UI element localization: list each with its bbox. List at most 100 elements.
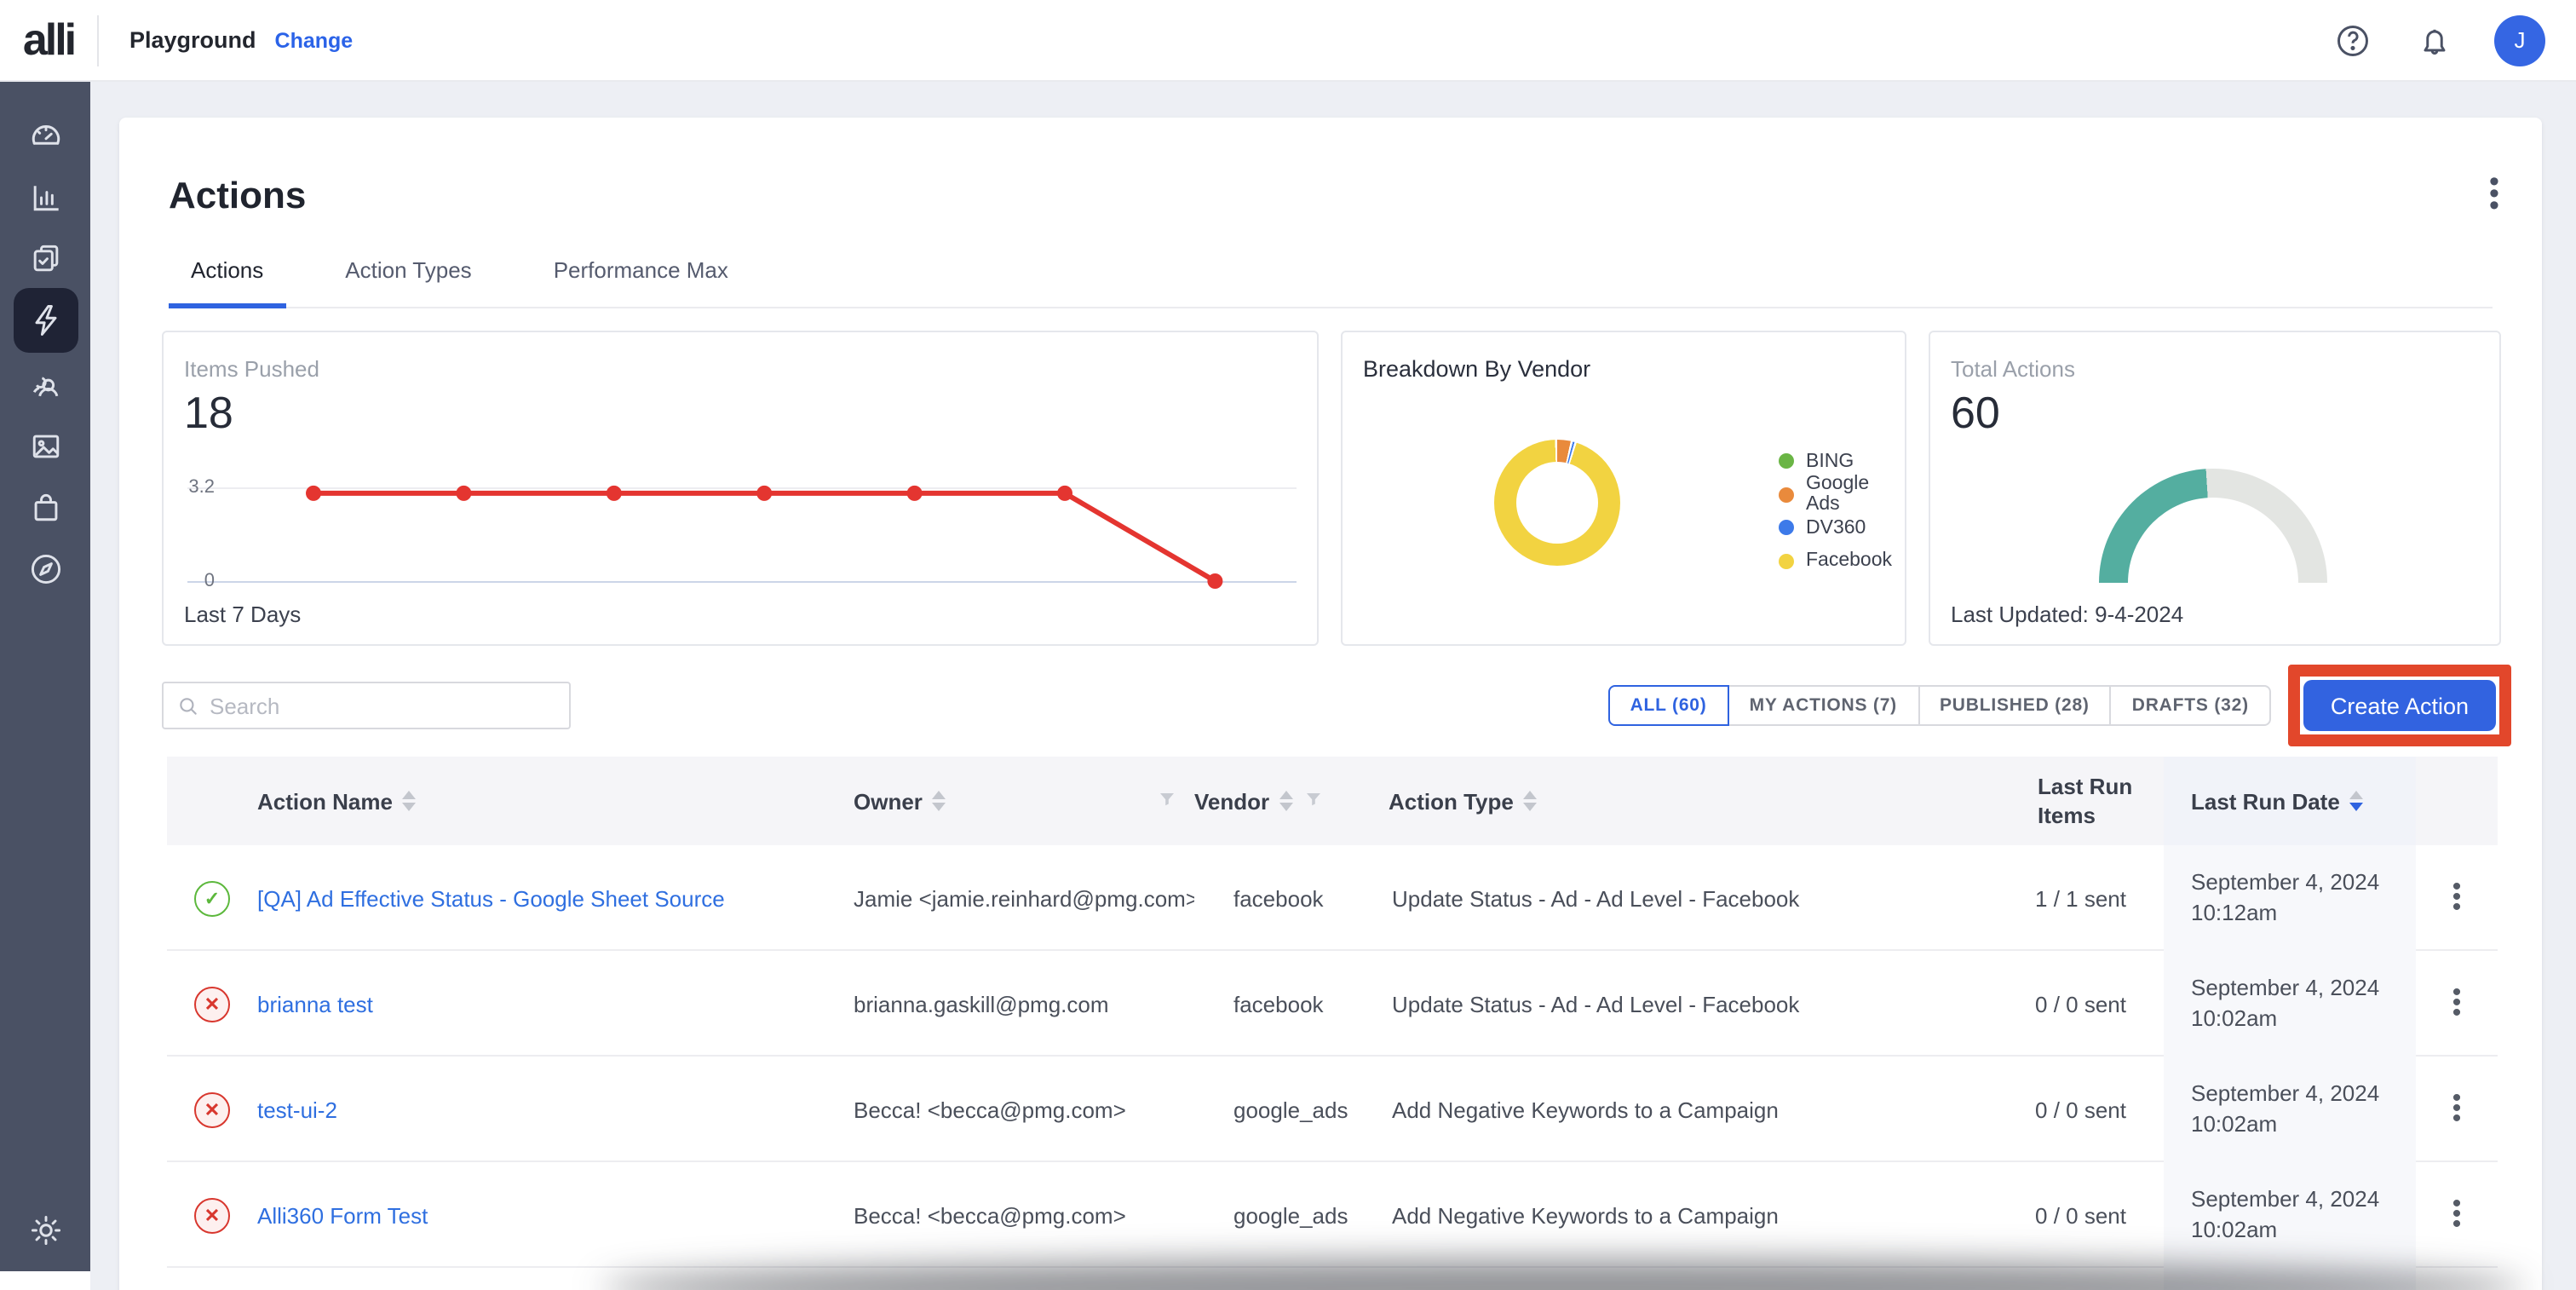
vendor-cell: google_ads xyxy=(1194,1202,1389,1228)
facebook-color-dot xyxy=(1779,554,1794,569)
search-box[interactable] xyxy=(162,682,571,729)
status-error-icon: ✕ xyxy=(194,1197,230,1233)
vendor-cell: facebook xyxy=(1194,885,1389,911)
page-title: Actions xyxy=(169,174,306,218)
owner-filter-funnel-icon[interactable] xyxy=(1157,788,1177,814)
items-pushed-value: 18 xyxy=(184,387,233,440)
tab-bar: Actions Action Types Performance Max xyxy=(169,254,2493,308)
table-toolbar: ALL (60) MY ACTIONS (7) PUBLISHED (28) D… xyxy=(162,661,2511,750)
last-run-items-header: Last Run Items xyxy=(2027,772,2164,830)
action-type-header[interactable]: Action Type xyxy=(1389,788,2027,814)
owner-cell: brianna.gaskill@pmg.com xyxy=(854,991,1194,1016)
owner-cell: Becca! <becca@pmg.com> xyxy=(854,1202,1194,1228)
dv360-color-dot xyxy=(1779,521,1794,536)
sort-icon[interactable] xyxy=(1524,791,1538,811)
table-row: ✕ test-ui-2 Becca! <becca@pmg.com> googl… xyxy=(167,1057,2498,1162)
tab-performance-max[interactable]: Performance Max xyxy=(532,254,750,307)
last-run-date-cell: September 4, 202410:12am xyxy=(2164,845,2416,951)
legend-item-facebook: Facebook xyxy=(1779,544,1905,578)
bing-color-dot xyxy=(1779,454,1794,469)
total-actions-gauge-chart xyxy=(2099,469,2327,583)
google-ads-color-dot xyxy=(1779,487,1794,503)
alli-logo: alli xyxy=(0,14,97,66)
last-run-items-cell: 0 / 0 sent xyxy=(2027,1202,2164,1228)
filter-drafts[interactable]: DRAFTS (32) xyxy=(2110,685,2271,726)
last-run-date-header[interactable]: Last Run Date xyxy=(2164,757,2416,845)
tab-actions[interactable]: Actions xyxy=(169,254,285,307)
row-menu-kebab-icon[interactable]: ••• xyxy=(2416,883,2498,913)
notifications-bell-icon[interactable] xyxy=(2412,18,2457,62)
row-menu-kebab-icon[interactable]: ••• xyxy=(2416,1094,2498,1125)
last-run-date-cell: September 4, 202410:02am xyxy=(2164,1162,2416,1268)
card-menu-kebab-icon[interactable]: ••• xyxy=(2481,176,2508,211)
sidebar-notch xyxy=(0,1271,90,1290)
filter-button-group: ALL (60) MY ACTIONS (7) PUBLISHED (28) D… xyxy=(1608,685,2271,726)
help-icon[interactable] xyxy=(2331,18,2375,62)
sidebar-item-discover[interactable] xyxy=(13,538,78,598)
sidebar-item-actions[interactable] xyxy=(13,288,78,353)
sidebar-item-dashboard[interactable] xyxy=(13,106,78,165)
sidebar-nav xyxy=(0,82,90,1290)
vendor-cell: google_ads xyxy=(1194,1097,1389,1122)
filter-all[interactable]: ALL (60) xyxy=(1608,685,1729,726)
last-run-items-cell: 0 / 0 sent xyxy=(2027,1097,2164,1122)
workspace-name: Playground xyxy=(129,27,256,53)
items-pushed-footer: Last 7 Days xyxy=(184,602,301,627)
last-run-items-cell: 0 / 0 sent xyxy=(2027,991,2164,1016)
search-icon xyxy=(177,694,199,717)
sort-desc-icon[interactable] xyxy=(2350,791,2364,811)
legend-item-google-ads: Google Ads xyxy=(1779,478,1905,511)
vendor-cell: facebook xyxy=(1194,991,1389,1016)
action-name-link[interactable]: brianna test xyxy=(257,991,373,1016)
vendor-header[interactable]: Vendor xyxy=(1194,788,1389,814)
main-area: Actions ••• Actions Action Types Perform… xyxy=(90,82,2576,1290)
action-name-link[interactable]: test-ui-2 xyxy=(257,1097,337,1122)
action-name-header[interactable]: Action Name xyxy=(257,788,854,814)
total-actions-card: Total Actions 60 Last Updated: 9-4-2024 xyxy=(1929,331,2501,646)
vendor-legend: BING Google Ads DV360 xyxy=(1779,445,1905,578)
legend-item-dv360: DV360 xyxy=(1779,511,1905,544)
table-row: ✓ [QA] Ad Effective Status - Google Shee… xyxy=(167,845,2498,951)
sidebar-item-audiences[interactable] xyxy=(13,354,78,414)
sort-icon[interactable] xyxy=(403,791,417,811)
change-workspace-link[interactable]: Change xyxy=(275,28,354,52)
status-success-icon: ✓ xyxy=(194,880,230,916)
actions-card: Actions ••• Actions Action Types Perform… xyxy=(119,118,2542,1290)
items-pushed-line-chart xyxy=(164,469,1320,605)
vendor-breakdown-card: Breakdown By Vendor BING Google Ads xyxy=(1341,331,1906,646)
sidebar-item-settings[interactable] xyxy=(0,1212,90,1249)
vendor-donut-chart xyxy=(1494,440,1620,566)
sidebar-item-tasks[interactable] xyxy=(13,228,78,288)
sidebar-item-analytics[interactable] xyxy=(13,167,78,227)
row-menu-kebab-icon[interactable]: ••• xyxy=(2416,1200,2498,1230)
action-type-cell: Add Negative Keywords to a Campaign xyxy=(1389,1097,2027,1122)
sidebar-item-shopping[interactable] xyxy=(13,477,78,537)
owner-header[interactable]: Owner xyxy=(854,788,1194,814)
last-run-items-cell: 1 / 1 sent xyxy=(2027,885,2164,911)
filter-published[interactable]: PUBLISHED (28) xyxy=(1918,685,2112,726)
legend-item-bing: BING xyxy=(1779,445,1905,478)
action-name-link[interactable]: Alli360 Form Test xyxy=(257,1202,428,1228)
last-updated-text: Last Updated: 9-4-2024 xyxy=(1951,602,2183,627)
total-actions-value: 60 xyxy=(1951,387,2000,440)
create-action-button[interactable]: Create Action xyxy=(2303,680,2496,731)
table-row: ✕ Alli360 Form Test Becca! <becca@pmg.co… xyxy=(167,1162,2498,1268)
vendor-filter-funnel-icon[interactable] xyxy=(1303,788,1324,814)
last-run-date-cell: September 4, 202410:02am xyxy=(2164,1057,2416,1162)
user-avatar[interactable]: J xyxy=(2494,14,2545,66)
total-actions-label: Total Actions xyxy=(1951,356,2075,382)
action-type-cell: Update Status - Ad - Ad Level - Facebook xyxy=(1389,885,2027,911)
status-error-icon: ✕ xyxy=(194,1091,230,1127)
vendor-breakdown-title: Breakdown By Vendor xyxy=(1363,356,1590,382)
annotation-highlight-box: Create Action xyxy=(2288,665,2511,746)
tab-action-types[interactable]: Action Types xyxy=(323,254,493,307)
sort-icon[interactable] xyxy=(1279,791,1293,811)
action-name-link[interactable]: [QA] Ad Effective Status - Google Sheet … xyxy=(257,885,725,911)
search-input[interactable] xyxy=(210,693,555,718)
action-type-cell: Update Status - Ad - Ad Level - Facebook xyxy=(1389,991,2027,1016)
table-header-row: Action Name Owner Vendor xyxy=(167,757,2498,845)
sort-icon[interactable] xyxy=(933,791,946,811)
row-menu-kebab-icon[interactable]: ••• xyxy=(2416,988,2498,1019)
filter-my-actions[interactable]: MY ACTIONS (7) xyxy=(1728,685,1919,726)
sidebar-item-media[interactable] xyxy=(13,416,78,475)
